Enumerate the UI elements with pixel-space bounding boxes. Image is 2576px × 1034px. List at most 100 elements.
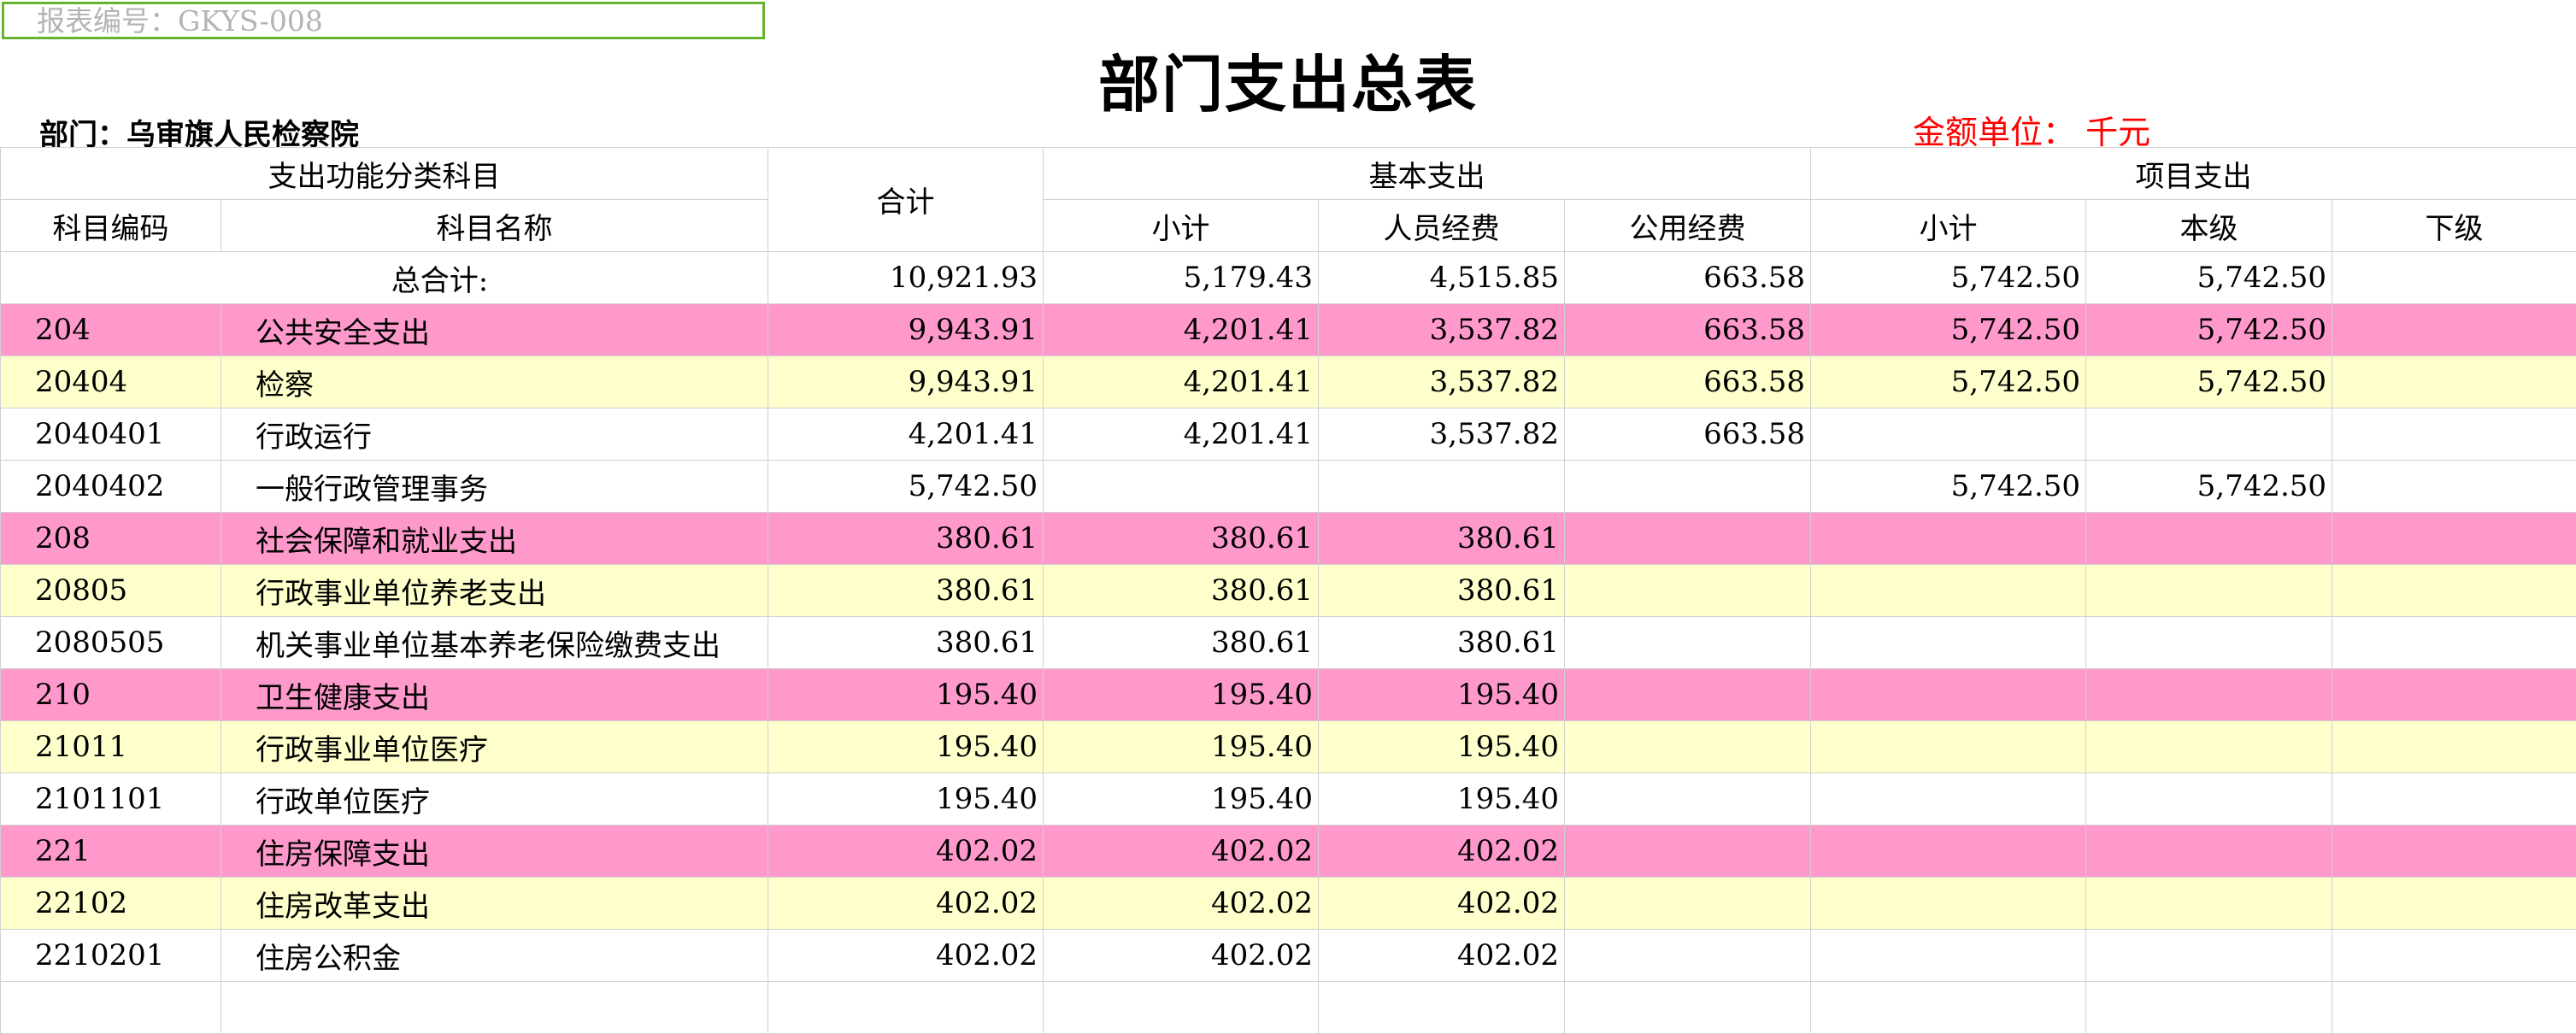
total-project-subtotal-cell[interactable]: 5,742.50 (1810, 251, 2087, 304)
lower-level-cell[interactable] (2332, 616, 2576, 669)
code-cell[interactable]: 2040401 (0, 408, 221, 461)
name-cell[interactable]: 卫生健康支出 (221, 668, 768, 721)
lower-level-cell[interactable] (2332, 564, 2576, 617)
own-level-cell[interactable] (2085, 564, 2333, 617)
project-subtotal-cell[interactable] (1810, 720, 2087, 773)
code-cell[interactable]: 2210201 (0, 929, 221, 982)
name-cell[interactable]: 住房改革支出 (221, 877, 768, 930)
name-cell[interactable]: 行政单位医疗 (221, 773, 768, 825)
empty-cell[interactable] (1810, 981, 2087, 1034)
project-subtotal-cell[interactable]: 5,742.50 (1810, 355, 2087, 408)
total-cell[interactable]: 9,943.91 (768, 355, 1044, 408)
basic-subtotal-cell[interactable]: 402.02 (1043, 825, 1319, 878)
lower-level-cell[interactable] (2332, 877, 2576, 930)
code-cell[interactable]: 21011 (0, 720, 221, 773)
personnel-cell[interactable]: 380.61 (1318, 564, 1565, 617)
empty-cell[interactable] (2085, 981, 2333, 1034)
total-cell[interactable]: 4,201.41 (768, 408, 1044, 461)
lower-level-cell[interactable] (2332, 929, 2576, 982)
name-cell[interactable]: 行政运行 (221, 408, 768, 461)
lower-level-cell[interactable] (2332, 303, 2576, 356)
lower-level-cell[interactable] (2332, 720, 2576, 773)
own-level-cell[interactable] (2085, 877, 2333, 930)
personnel-cell[interactable]: 195.40 (1318, 773, 1565, 825)
own-level-cell[interactable]: 5,742.50 (2085, 303, 2333, 356)
basic-subtotal-cell[interactable]: 380.61 (1043, 616, 1319, 669)
total-personnel-cell[interactable]: 4,515.85 (1318, 251, 1565, 304)
personnel-cell[interactable]: 3,537.82 (1318, 355, 1565, 408)
basic-subtotal-cell[interactable]: 380.61 (1043, 564, 1319, 617)
public-cell[interactable] (1563, 616, 1812, 669)
own-level-cell[interactable] (2085, 616, 2333, 669)
basic-subtotal-cell[interactable]: 195.40 (1043, 773, 1319, 825)
basic-subtotal-cell[interactable]: 195.40 (1043, 668, 1319, 721)
own-level-cell[interactable] (2085, 825, 2333, 878)
total-cell[interactable]: 380.61 (768, 512, 1044, 565)
name-cell[interactable]: 公共安全支出 (221, 303, 768, 356)
code-cell[interactable]: 2101101 (0, 773, 221, 825)
personnel-cell[interactable]: 380.61 (1318, 512, 1565, 565)
lower-level-cell[interactable] (2332, 512, 2576, 565)
basic-subtotal-cell[interactable] (1043, 460, 1319, 513)
empty-cell[interactable] (1563, 981, 1812, 1034)
project-subtotal-cell[interactable] (1810, 408, 2087, 461)
own-level-cell[interactable] (2085, 720, 2333, 773)
public-cell[interactable] (1563, 773, 1812, 825)
lower-level-cell[interactable] (2332, 773, 2576, 825)
total-cell[interactable]: 402.02 (768, 825, 1044, 878)
total-cell[interactable]: 5,742.50 (768, 460, 1044, 513)
public-cell[interactable] (1563, 512, 1812, 565)
project-subtotal-cell[interactable] (1810, 564, 2087, 617)
lower-level-cell[interactable] (2332, 668, 2576, 721)
name-cell[interactable]: 一般行政管理事务 (221, 460, 768, 513)
total-label[interactable]: 总合计: (0, 251, 768, 304)
code-cell[interactable]: 2040402 (0, 460, 221, 513)
total-cell[interactable]: 402.02 (768, 877, 1044, 930)
own-level-cell[interactable] (2085, 408, 2333, 461)
code-cell[interactable]: 20404 (0, 355, 221, 408)
basic-subtotal-cell[interactable]: 380.61 (1043, 512, 1319, 565)
public-cell[interactable] (1563, 720, 1812, 773)
own-level-cell[interactable]: 5,742.50 (2085, 355, 2333, 408)
name-cell[interactable]: 机关事业单位基本养老保险缴费支出 (221, 616, 768, 669)
public-cell[interactable] (1563, 929, 1812, 982)
code-cell[interactable]: 204 (0, 303, 221, 356)
personnel-cell[interactable]: 402.02 (1318, 929, 1565, 982)
total-cell[interactable]: 195.40 (768, 773, 1044, 825)
project-subtotal-cell[interactable]: 5,742.50 (1810, 303, 2087, 356)
total-cell[interactable]: 380.61 (768, 564, 1044, 617)
personnel-cell[interactable]: 195.40 (1318, 668, 1565, 721)
total-own-level-cell[interactable]: 5,742.50 (2085, 251, 2333, 304)
empty-cell[interactable] (2332, 981, 2576, 1034)
public-cell[interactable] (1563, 668, 1812, 721)
project-subtotal-cell[interactable] (1810, 825, 2087, 878)
lower-level-cell[interactable] (2332, 825, 2576, 878)
basic-subtotal-cell[interactable]: 402.02 (1043, 929, 1319, 982)
empty-cell[interactable] (221, 981, 768, 1034)
total-cell[interactable]: 380.61 (768, 616, 1044, 669)
basic-subtotal-cell[interactable]: 195.40 (1043, 720, 1319, 773)
code-cell[interactable]: 210 (0, 668, 221, 721)
personnel-cell[interactable]: 3,537.82 (1318, 408, 1565, 461)
personnel-cell[interactable]: 3,537.82 (1318, 303, 1565, 356)
project-subtotal-cell[interactable]: 5,742.50 (1810, 460, 2087, 513)
personnel-cell[interactable]: 402.02 (1318, 825, 1565, 878)
public-cell[interactable]: 663.58 (1563, 303, 1812, 356)
total-cell[interactable]: 9,943.91 (768, 303, 1044, 356)
personnel-cell[interactable]: 195.40 (1318, 720, 1565, 773)
own-level-cell[interactable] (2085, 668, 2333, 721)
name-cell[interactable]: 行政事业单位养老支出 (221, 564, 768, 617)
basic-subtotal-cell[interactable]: 4,201.41 (1043, 408, 1319, 461)
public-cell[interactable] (1563, 460, 1812, 513)
total-cell[interactable]: 402.02 (768, 929, 1044, 982)
basic-subtotal-cell[interactable]: 402.02 (1043, 877, 1319, 930)
name-cell[interactable]: 住房保障支出 (221, 825, 768, 878)
total-public-cell[interactable]: 663.58 (1563, 251, 1812, 304)
code-cell[interactable]: 22102 (0, 877, 221, 930)
name-cell[interactable]: 行政事业单位医疗 (221, 720, 768, 773)
project-subtotal-cell[interactable] (1810, 512, 2087, 565)
project-subtotal-cell[interactable] (1810, 616, 2087, 669)
code-cell[interactable]: 2080505 (0, 616, 221, 669)
total-cell[interactable]: 195.40 (768, 668, 1044, 721)
public-cell[interactable]: 663.58 (1563, 408, 1812, 461)
